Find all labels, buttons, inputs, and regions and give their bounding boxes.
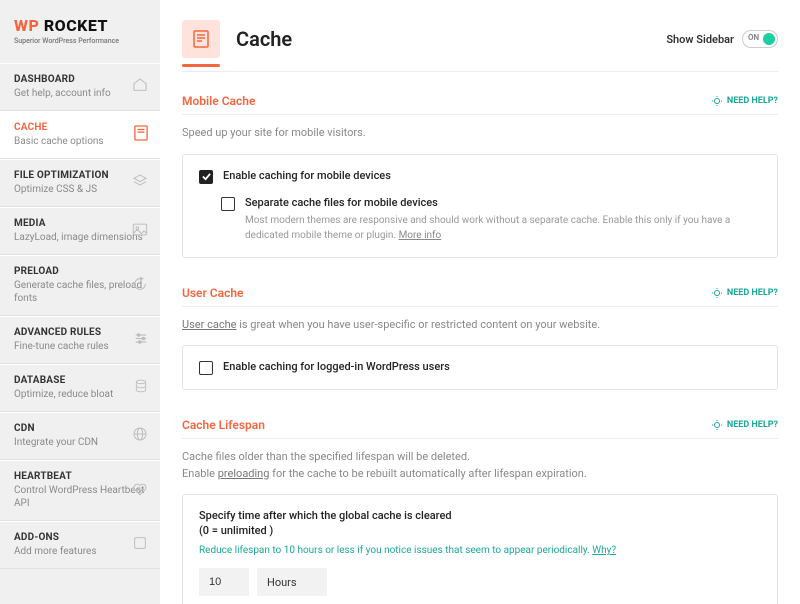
puzzle-icon [132, 535, 148, 555]
nav-title: ADVANCED RULES [14, 327, 146, 338]
lifespan-sublabel: (0 = unlimited ) [199, 524, 761, 537]
nav-title: MEDIA [14, 218, 146, 229]
why-link[interactable]: Why? [592, 545, 616, 556]
nav-subtitle: Get help, account info [14, 87, 146, 100]
layers-icon [132, 173, 148, 193]
sidebar-item-media[interactable]: MEDIA LazyLoad, image dimensions [0, 207, 160, 255]
sidebar: WP ROCKET Superior WordPress Performance… [0, 0, 160, 604]
nav-subtitle: Add more features [14, 545, 146, 558]
nav-title: PRELOAD [14, 266, 146, 277]
section-desc: User cache is great when you have user-s… [182, 317, 778, 334]
nav-title: CDN [14, 423, 146, 434]
page-icon [182, 20, 220, 58]
nav-title: DASHBOARD [14, 74, 146, 85]
refresh-icon [132, 276, 148, 296]
need-help-link[interactable]: NEED HELP? [711, 287, 778, 299]
section-title: User Cache [182, 286, 244, 300]
main-panel: Cache Show Sidebar ON Mobile Cache NEED … [160, 0, 800, 604]
nav-title: FILE OPTIMIZATION [14, 170, 146, 181]
preloading-link[interactable]: preloading [218, 467, 270, 480]
sidebar-item-cache[interactable]: CACHE Basic cache options [0, 111, 160, 159]
home-icon [132, 77, 148, 97]
section-mobile-cache: Mobile Cache NEED HELP? Speed up your si… [182, 94, 778, 258]
section-desc: Speed up your site for mobile visitors. [182, 125, 778, 142]
nav-title: DATABASE [14, 375, 146, 386]
nav-title: HEARTBEAT [14, 471, 146, 482]
section-cache-lifespan: Cache Lifespan NEED HELP? Cache files ol… [182, 418, 778, 604]
lifespan-value-input[interactable] [199, 568, 249, 596]
nav-subtitle: Optimize, reduce bloat [14, 388, 146, 401]
section-user-cache: User Cache NEED HELP? User cache is grea… [182, 286, 778, 391]
lifespan-label: Specify time after which the global cach… [199, 509, 761, 522]
db-icon [134, 378, 148, 398]
sidebar-item-preload[interactable]: PRELOAD Generate cache files, preload fon… [0, 255, 160, 316]
section-title: Cache Lifespan [182, 418, 265, 432]
nav-subtitle: LazyLoad, image dimensions [14, 231, 146, 244]
section-desc: Cache files older than the specified lif… [182, 449, 778, 482]
checkbox-mobile-cache[interactable] [199, 170, 213, 184]
sidebar-item-heartbeat[interactable]: HEARTBEAT Control WordPress Heartbeat API [0, 460, 160, 521]
nav-title: CACHE [14, 122, 146, 133]
logo: WP ROCKET Superior WordPress Performance [0, 0, 160, 63]
more-info-link[interactable]: More info [399, 230, 442, 241]
heart-icon [132, 481, 148, 500]
globe-icon [132, 426, 148, 446]
sidebar-item-file-optimization[interactable]: FILE OPTIMIZATION Optimize CSS & JS [0, 159, 160, 207]
page-title: Cache [236, 27, 292, 51]
need-help-link[interactable]: NEED HELP? [711, 95, 778, 107]
lifespan-unit-select[interactable]: Hours [257, 568, 327, 596]
nav-subtitle: Optimize CSS & JS [14, 183, 146, 196]
checkbox-help: Most modern themes are responsive and sh… [245, 213, 761, 243]
show-sidebar-label: Show Sidebar [666, 33, 734, 46]
checkbox-user-cache[interactable] [199, 361, 213, 375]
nav-subtitle: Control WordPress Heartbeat API [14, 484, 146, 510]
checkbox-label: Separate cache files for mobile devices [245, 196, 761, 209]
nav-title: ADD-ONS [14, 532, 146, 543]
nav-subtitle: Basic cache options [14, 135, 146, 148]
section-title: Mobile Cache [182, 94, 255, 108]
show-sidebar-toggle[interactable]: ON [742, 30, 778, 48]
user-cache-link[interactable]: User cache [182, 318, 237, 331]
sidebar-item-add-ons[interactable]: ADD-ONS Add more features [0, 521, 160, 569]
nav-subtitle: Integrate your CDN [14, 436, 146, 449]
need-help-link[interactable]: NEED HELP? [711, 419, 778, 431]
checkbox-label: Enable caching for mobile devices [223, 169, 391, 182]
checkbox-separate-cache[interactable] [221, 197, 235, 211]
sidebar-item-dashboard[interactable]: DASHBOARD Get help, account info [0, 63, 160, 111]
nav-subtitle: Generate cache files, preload fonts [14, 279, 146, 305]
sidebar-item-cdn[interactable]: CDN Integrate your CDN [0, 412, 160, 460]
checkbox-label: Enable caching for logged-in WordPress u… [223, 360, 450, 373]
sliders-icon [134, 331, 148, 350]
sidebar-item-database[interactable]: DATABASE Optimize, reduce bloat [0, 364, 160, 412]
nav-subtitle: Fine-tune cache rules [14, 340, 146, 353]
sidebar-item-advanced-rules[interactable]: ADVANCED RULES Fine-tune cache rules [0, 316, 160, 364]
tab-indicator [182, 64, 220, 67]
doc-icon [134, 125, 148, 145]
lifespan-tip: Reduce lifespan to 10 hours or less if y… [199, 545, 761, 556]
image-icon [132, 222, 148, 241]
